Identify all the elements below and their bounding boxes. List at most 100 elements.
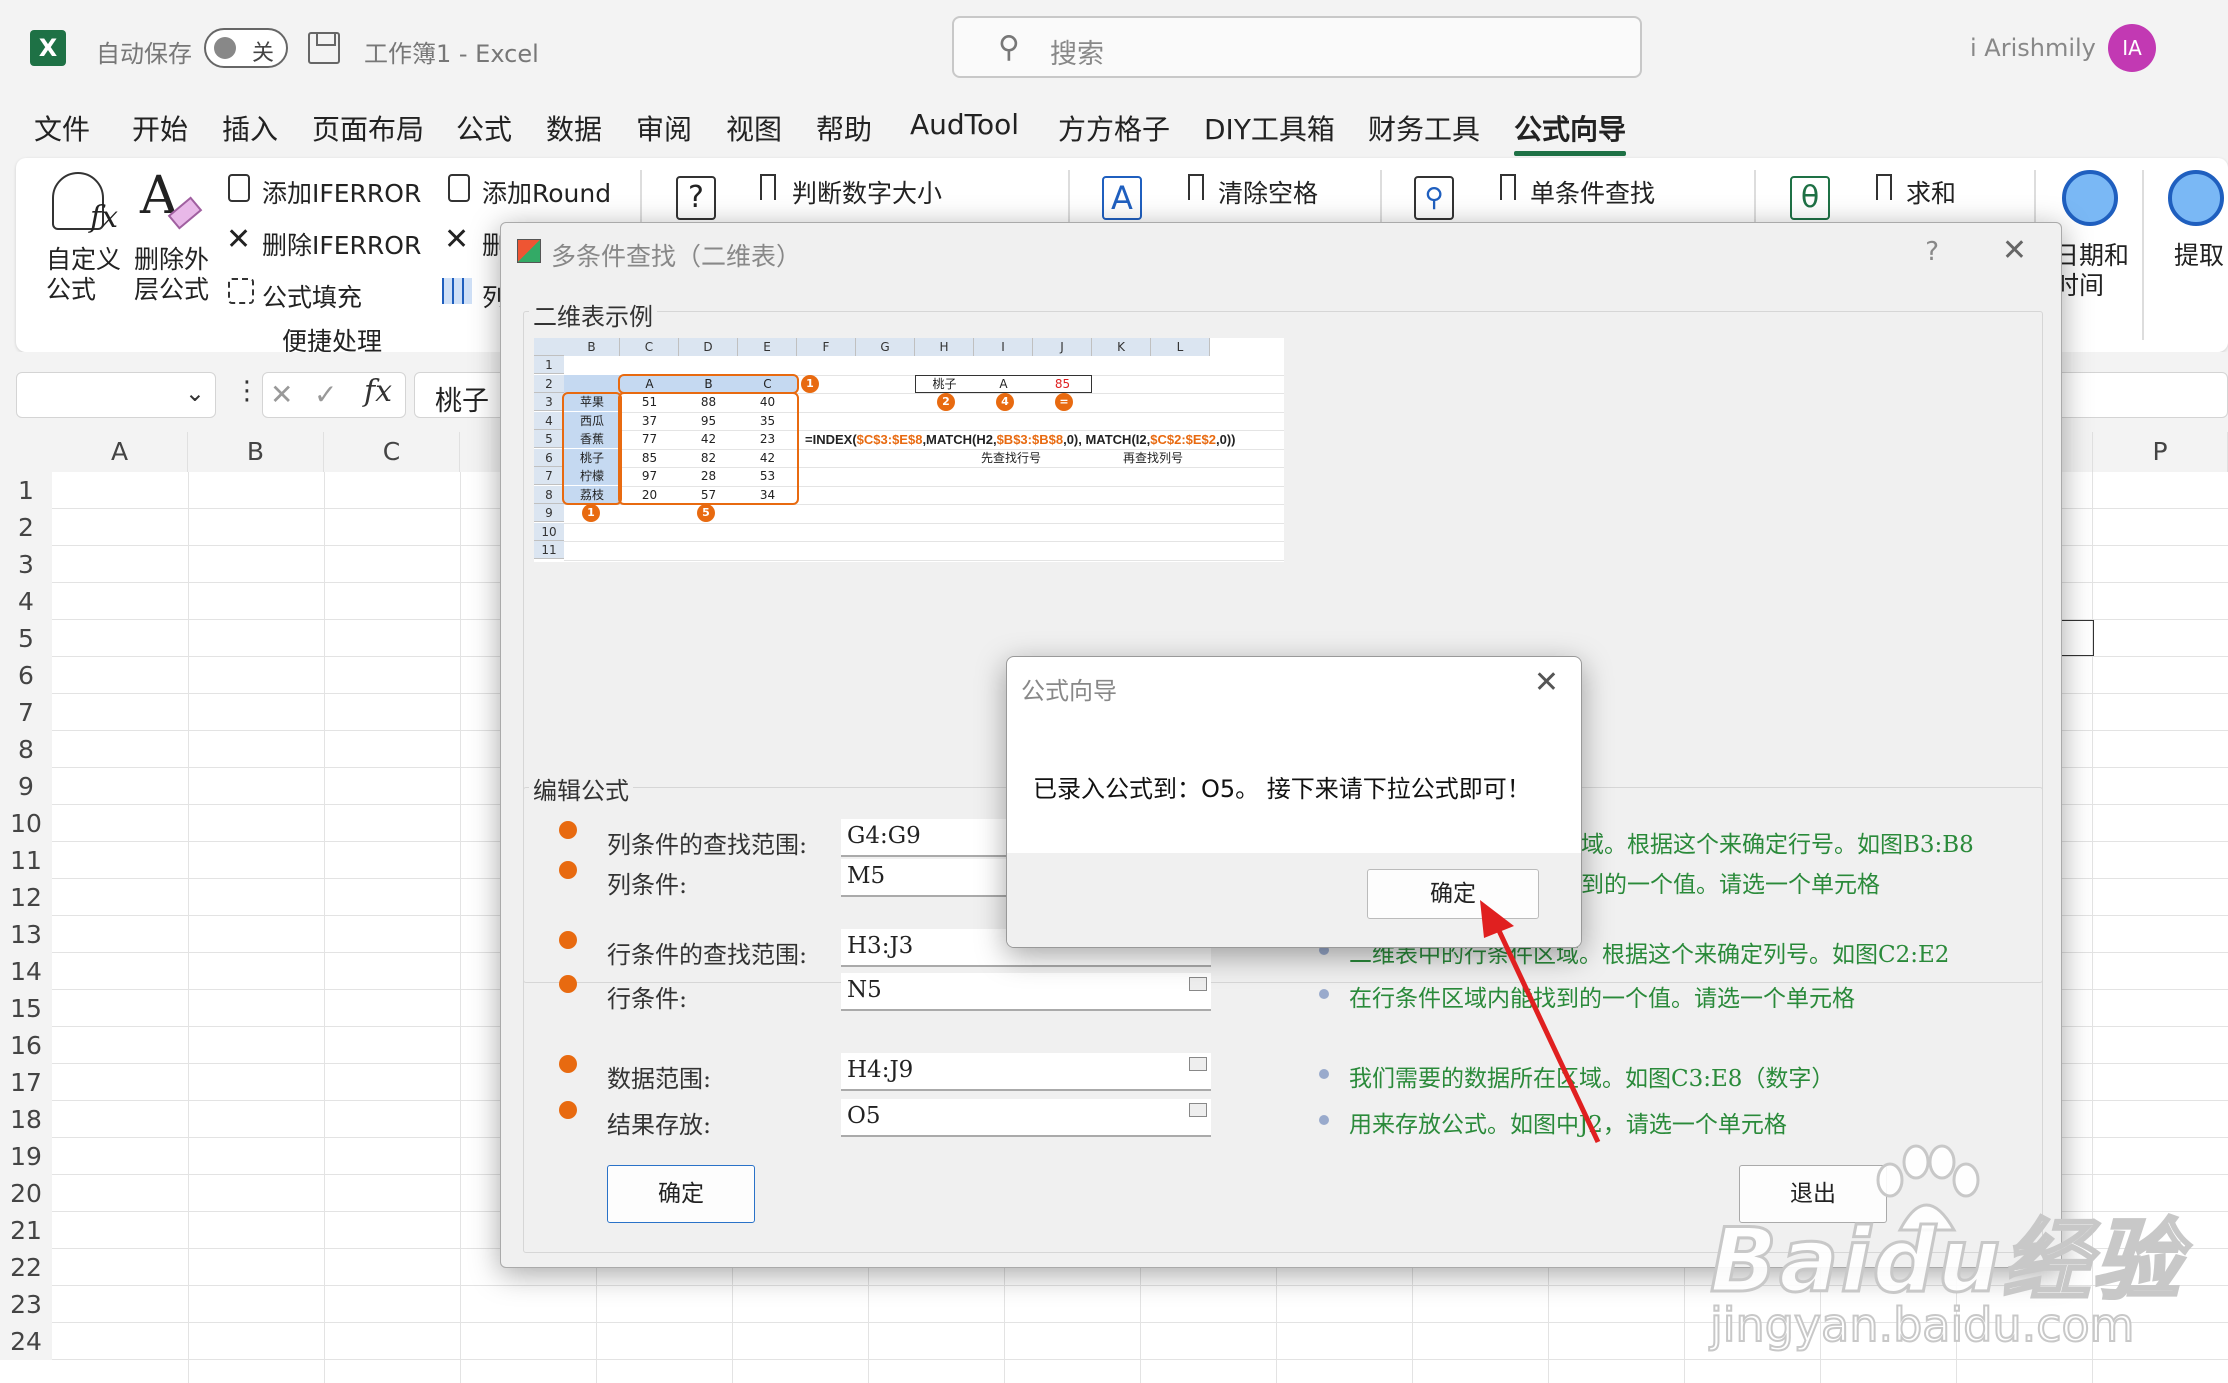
row-header[interactable]: 9 xyxy=(0,768,52,805)
example-formula: =INDEX($C$3:$E$8,MATCH(H2,$B$3:$B$8,0), … xyxy=(805,432,1236,447)
add-iferror-button[interactable]: 添加IFERROR xyxy=(262,174,421,210)
formula-fill-button[interactable]: 公式填充 xyxy=(262,278,362,314)
more-icon[interactable]: ⋮ xyxy=(234,376,260,406)
row-cond-input[interactable]: N5 xyxy=(841,973,1211,1011)
tab-audtool[interactable]: AudTool xyxy=(910,108,1019,141)
column-header[interactable]: A xyxy=(52,432,188,472)
result-input[interactable]: O5 xyxy=(841,1099,1211,1137)
remove-iferror-button[interactable]: 删除IFERROR xyxy=(262,226,421,262)
search-box[interactable]: ⚲ 搜索 xyxy=(952,16,1642,78)
row-header[interactable]: 6 xyxy=(0,657,52,694)
tab-page-layout[interactable]: 页面布局 xyxy=(312,108,424,148)
row-header[interactable]: 4 xyxy=(0,583,52,620)
col-range-label: 列条件的查找范围: xyxy=(607,831,808,859)
dialog-ok-button[interactable]: 确定 xyxy=(607,1165,755,1223)
field-marker-icon xyxy=(559,1055,577,1073)
row-header[interactable]: 10 xyxy=(0,805,52,842)
row-header[interactable]: 7 xyxy=(0,694,52,731)
watermark-line-2: jingyan.baidu.com xyxy=(1709,1297,2135,1353)
row-header[interactable]: 2 xyxy=(0,509,52,546)
row-header[interactable]: 15 xyxy=(0,990,52,1027)
extract-button[interactable]: 提取 xyxy=(2174,236,2224,272)
number-marker-icon: = xyxy=(1055,393,1073,411)
red-arrow-annotation xyxy=(1480,900,1601,1144)
row-header[interactable]: 12 xyxy=(0,879,52,916)
sum-button[interactable]: 求和 xyxy=(1906,174,1956,210)
tab-home[interactable]: 开始 xyxy=(132,108,188,148)
select-all[interactable] xyxy=(0,432,52,472)
range-picker-icon[interactable] xyxy=(1189,1057,1207,1071)
row-header[interactable]: 20 xyxy=(0,1175,52,1212)
example-col-header: E xyxy=(738,338,797,356)
tab-review[interactable]: 审阅 xyxy=(636,108,692,148)
data-range-input[interactable]: H4:J9 xyxy=(841,1053,1211,1091)
row-header[interactable]: 5 xyxy=(0,620,52,657)
judge-number-button[interactable]: 判断数字大小 xyxy=(792,174,942,210)
column-header[interactable]: B xyxy=(188,432,324,472)
app-icon xyxy=(517,239,541,263)
row-header[interactable]: 16 xyxy=(0,1027,52,1064)
baidu-watermark: Baidu经验 jingyan.baidu.com xyxy=(1708,1140,2210,1370)
row-header[interactable]: 13 xyxy=(0,916,52,953)
extract-icon xyxy=(2168,170,2224,226)
example-grid-line xyxy=(564,541,1284,542)
row-header[interactable]: 17 xyxy=(0,1064,52,1101)
range-picker-icon[interactable] xyxy=(1189,1103,1207,1117)
example-col-header: D xyxy=(679,338,738,356)
autosave-toggle[interactable]: 关 xyxy=(204,28,288,68)
col-range-hint: 域。根据这个来确定行号。如图B3:B8 xyxy=(1581,832,1974,858)
close-icon[interactable]: ✕ xyxy=(2002,233,2027,268)
clear-space-button[interactable]: 清除空格 xyxy=(1218,174,1318,210)
info-icon xyxy=(1319,989,1329,999)
custom-formula-label-2[interactable]: 公式 xyxy=(46,270,96,306)
tab-help[interactable]: 帮助 xyxy=(816,108,872,148)
field-marker-icon xyxy=(559,931,577,949)
row-header[interactable]: 18 xyxy=(0,1101,52,1138)
row-header[interactable]: 24 xyxy=(0,1323,52,1360)
cancel-icon[interactable]: ✕ xyxy=(270,378,293,411)
single-lookup-button[interactable]: 单条件查找 xyxy=(1530,174,1655,210)
save-icon[interactable] xyxy=(308,32,340,64)
tab-diy-toolbox[interactable]: DIY工具箱 xyxy=(1204,108,1335,148)
tab-formulas[interactable]: 公式 xyxy=(456,108,512,148)
tab-finance-tools[interactable]: 财务工具 xyxy=(1368,108,1480,148)
tab-fangfang[interactable]: 方方格子 xyxy=(1058,108,1170,148)
avatar[interactable]: IA xyxy=(2108,24,2156,72)
row-header[interactable]: 11 xyxy=(0,842,52,879)
example-col-header: I xyxy=(974,338,1033,356)
help-icon[interactable]: ? xyxy=(1925,237,1939,267)
lookup-box xyxy=(915,374,1092,393)
add-round-button[interactable]: 添加Round xyxy=(482,174,611,210)
example-row-header: 6 xyxy=(534,448,564,467)
tab-formula-wizard[interactable]: 公式向导 xyxy=(1514,108,1627,156)
delete-outer-label-2[interactable]: 层公式 xyxy=(134,270,209,306)
name-box[interactable]: ⌄ xyxy=(16,372,216,418)
column-header[interactable]: C xyxy=(324,432,460,472)
row-header[interactable]: 23 xyxy=(0,1286,52,1323)
dialog-title: 多条件查找（二维表） xyxy=(551,242,802,271)
tab-view[interactable]: 视图 xyxy=(726,108,782,148)
formula-part: =INDEX( xyxy=(805,432,857,447)
confirm-icon[interactable]: ✓ xyxy=(314,378,337,411)
row-header[interactable]: 1 xyxy=(0,472,52,509)
row-header[interactable]: 21 xyxy=(0,1212,52,1249)
range-picker-icon[interactable] xyxy=(1189,977,1207,991)
info-icon xyxy=(1319,1069,1329,1079)
fx-icon[interactable]: fx xyxy=(364,374,392,409)
tab-file[interactable]: 文件 xyxy=(34,108,90,148)
example-row-header: 5 xyxy=(534,430,564,448)
column-header[interactable]: P xyxy=(2092,432,2228,472)
popup-close-icon[interactable]: ✕ xyxy=(1534,665,1559,700)
row-cond-label: 行条件: xyxy=(607,985,688,1013)
popup-message: 已录入公式到：O5。 接下来请下拉公式即可！ xyxy=(1033,775,1531,803)
row-header[interactable]: 22 xyxy=(0,1249,52,1286)
example-grid-line xyxy=(564,522,1284,524)
row-header[interactable]: 3 xyxy=(0,546,52,583)
tab-data[interactable]: 数据 xyxy=(546,108,602,148)
tab-insert[interactable]: 插入 xyxy=(222,108,278,148)
row-header[interactable]: 14 xyxy=(0,953,52,990)
row-header[interactable]: 8 xyxy=(0,731,52,768)
number-marker-icon: 2 xyxy=(937,393,955,411)
row-header[interactable]: 19 xyxy=(0,1138,52,1175)
formula-part: ,MATCH(H2, xyxy=(922,432,997,447)
